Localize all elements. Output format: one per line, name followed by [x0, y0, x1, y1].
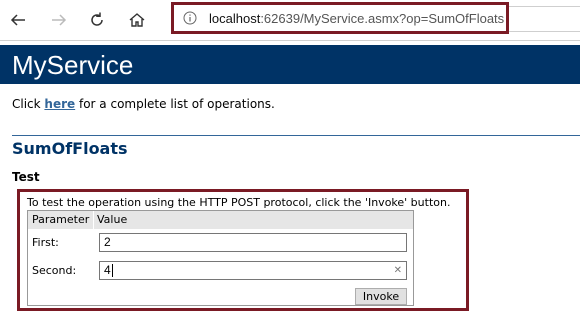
address-bar-extension	[509, 6, 580, 32]
service-name: MyService	[12, 50, 134, 80]
service-banner: MyService	[0, 45, 580, 84]
intro-suffix: for a complete list of operations.	[75, 97, 275, 111]
operations-list-link[interactable]: here	[44, 97, 75, 111]
back-arrow-icon[interactable]	[5, 7, 31, 33]
intro-prefix: Click	[12, 97, 45, 111]
url-host: localhost	[209, 10, 261, 26]
browser-toolbar: localhost:62639/MyService.asmx?op=SumOfF…	[0, 0, 580, 41]
refresh-icon[interactable]	[84, 7, 110, 33]
first-input[interactable]: 2	[99, 233, 407, 252]
clear-input-icon[interactable]: ✕	[394, 262, 402, 279]
first-input-value: 2	[104, 235, 111, 249]
header-parameter: Parameter	[32, 213, 90, 226]
operation-name: SumOfFloats	[12, 139, 128, 158]
invoke-button[interactable]: Invoke	[355, 288, 407, 305]
header-value: Value	[97, 213, 128, 226]
second-input-value: 4	[104, 263, 111, 277]
header-separator	[93, 211, 94, 229]
table-header: Parameter Value	[28, 211, 413, 229]
forward-arrow-icon[interactable]	[46, 7, 72, 33]
second-input[interactable]: 4 ✕	[99, 261, 407, 280]
first-label: First:	[32, 236, 59, 249]
info-icon[interactable]	[183, 11, 197, 25]
text-cursor	[111, 264, 113, 278]
divider	[12, 135, 580, 136]
intro-text: Click here for a complete list of operat…	[12, 97, 275, 111]
parameter-table: Parameter Value First: 2 Second: 4 ✕ Invo…	[27, 210, 414, 306]
second-label: Second:	[32, 264, 77, 277]
home-icon[interactable]	[124, 7, 150, 33]
url-text[interactable]: localhost:62639/MyService.asmx?op=SumOfF…	[209, 11, 504, 26]
test-instructions: To test the operation using the HTTP POS…	[27, 196, 451, 209]
url-path: :62639/MyService.asmx?op=SumOfFloats	[260, 10, 505, 26]
test-heading: Test	[12, 170, 40, 184]
address-bar[interactable]: localhost:62639/MyService.asmx?op=SumOfF…	[171, 2, 509, 34]
column-separator	[93, 229, 94, 305]
